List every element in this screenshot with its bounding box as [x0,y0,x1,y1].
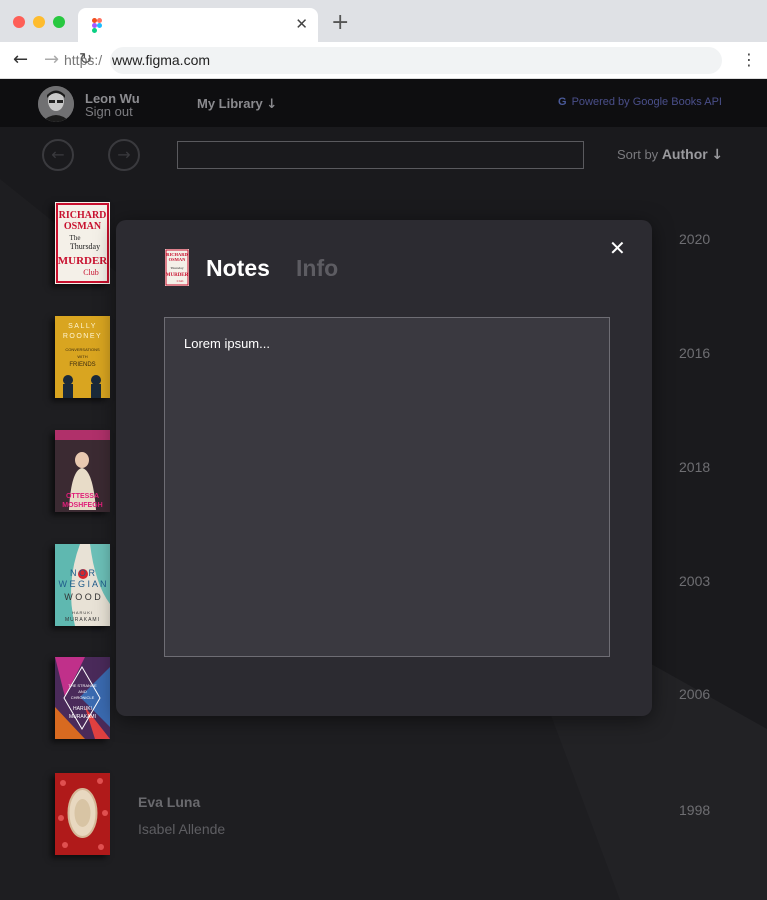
modal-book-cover: RICHARD OSMAN Thursday MURDER Club [165,249,189,286]
app-header: Leon Wu Sign out My Library ↓ G Powered b… [0,79,767,127]
search-input[interactable] [177,141,584,169]
cover-text: ROONEY [63,333,102,340]
book-cover[interactable]: SALLY ROONEY CONVERSATIONS WITH FRIENDS [55,316,110,398]
google-icon: G [558,96,567,108]
cover-text: MURDER [58,255,109,267]
cover-text: Club [177,279,184,283]
book-year: 2018 [679,459,711,475]
notes-textarea[interactable]: Lorem ipsum... [164,317,610,657]
arrow-down-icon: ↓ [711,147,724,163]
cover-text: AND [78,689,87,694]
book-year: 2020 [679,231,711,247]
window-close-dot[interactable] [13,16,25,28]
cover-text: MOSHFEGH [62,502,102,509]
url-text[interactable]: www.figma.com [112,52,210,68]
figma-icon [92,18,102,33]
previous-page-button[interactable]: ← [42,139,74,171]
cover-text: MURDER [166,273,189,278]
cover-text: WITH [77,354,87,359]
book-cover[interactable]: N O R W E G I A N W O O D HARUKI MURAKAM… [55,544,110,626]
forward-arrow-icon[interactable]: → [44,51,59,69]
cover-text: N O R [70,568,96,578]
cover-text: W E G I A N [58,579,106,589]
browser-tab[interactable]: ✕ [78,8,318,42]
cover-text: THE STRANGE [68,683,97,688]
cover-text: The [70,234,81,242]
cover-text: W O O D [64,592,101,602]
powered-by-label: Powered by Google Books API [571,96,722,108]
cover-text: MURAKAMI [69,714,96,720]
cover-text: Thursday [70,242,100,251]
sort-by-label: Sort by [617,147,659,162]
cover-text: RICHARD [59,210,107,221]
book-year: 2003 [679,573,711,589]
library-dropdown[interactable]: My Library ↓ [197,96,277,112]
sort-by-dropdown[interactable]: Sort by Author ↓ [617,146,723,163]
browser-tab-bar: ✕ + [0,0,767,42]
cover-text: SALLY [68,323,97,330]
library-label: My Library [197,96,263,111]
book-author: Isabel Allende [138,821,226,837]
cover-text: Club [83,268,99,277]
book-title: Eva Luna [138,794,201,810]
list-item[interactable]: Eva Luna Isabel Allende 1998 [0,773,767,859]
reload-icon[interactable]: ↻ [79,50,92,68]
book-cover[interactable]: RICHARD OSMAN The Thursday MURDER Club [55,202,110,284]
address-bar: ← → https:/ ↻ www.figma.com ⋮ [0,42,767,79]
tab-close-icon[interactable]: ✕ [295,16,308,34]
book-cover[interactable]: OTTESSA MOSHFEGH [55,430,110,512]
cover-text: CHRONICLE [71,695,95,700]
window-minimize-dot[interactable] [33,16,45,28]
notes-modal: RICHARD OSMAN Thursday MURDER Club Notes… [116,220,652,716]
cover-text: CONVERSATIONS [65,347,100,352]
browser-menu-icon[interactable]: ⋮ [741,51,757,69]
book-cover[interactable]: THE STRANGE AND CHRONICLE HARUKI MURAKAM… [55,657,110,739]
avatar[interactable] [38,86,74,122]
tab-notes[interactable]: Notes [206,255,270,282]
cover-text: OSMAN [169,257,187,262]
powered-by-google[interactable]: G Powered by Google Books API [558,96,722,108]
cover-text: OTTESSA [66,493,99,500]
tab-info[interactable]: Info [296,255,338,282]
new-tab-icon[interactable]: + [331,12,349,34]
arrow-down-icon: ↓ [266,97,278,112]
cover-text: FRIENDS [69,362,95,368]
close-icon[interactable]: ✕ [609,236,626,260]
cover-text: HARUKI [73,706,92,712]
window-zoom-dot[interactable] [53,16,65,28]
cover-text: MURAKAMI [65,617,100,623]
book-cover[interactable] [55,773,110,855]
sort-field: Author [661,146,708,162]
book-year: 1998 [679,802,711,818]
book-year: 2016 [679,345,711,361]
cover-text: OSMAN [64,221,102,232]
back-arrow-icon[interactable]: ← [13,51,28,69]
next-page-button[interactable]: → [108,139,140,171]
book-year: 2006 [679,686,711,702]
sign-out-link[interactable]: Sign out [85,104,133,119]
cover-text: HARUKI [72,610,93,615]
cover-text: Thursday [170,266,183,270]
